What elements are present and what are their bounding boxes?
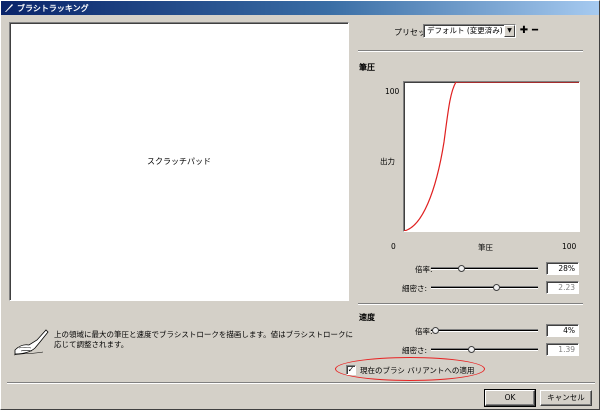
pressure-rate-slider-thumb[interactable]	[458, 265, 465, 272]
pressure-rate-value[interactable]: 28%	[546, 262, 579, 275]
curve-x-max-label: 100	[562, 242, 577, 251]
pressure-curve-line	[403, 81, 579, 232]
pressure-curve-svg	[403, 81, 579, 232]
hand-drawing-icon	[13, 329, 49, 356]
add-preset-icon[interactable]: ✚	[519, 26, 529, 36]
scratchpad-area[interactable]: スクラッチパッド	[9, 22, 349, 301]
separator	[358, 303, 583, 305]
chevron-down-icon[interactable]: ▼	[504, 25, 515, 37]
velocity-fineness-value[interactable]: 1.39	[546, 343, 579, 356]
velocity-fineness-slider-thumb[interactable]	[468, 346, 475, 353]
velocity-rate-slider-thumb[interactable]	[432, 327, 439, 334]
ok-button[interactable]: OK	[484, 389, 536, 407]
title-bar: ブラシトラッキング	[1, 1, 599, 15]
preset-value: デフォルト (変更済み)	[427, 26, 503, 35]
velocity-fineness-slider-track[interactable]	[431, 348, 538, 351]
curve-y-axis-label: 出力	[380, 157, 395, 166]
velocity-rate-slider-track[interactable]	[431, 329, 538, 332]
brush-app-icon	[5, 4, 13, 12]
brush-tracking-dialog: ブラシトラッキング スクラッチパッド 上の領域に最大の筆圧と速度でブラシストロー…	[0, 0, 600, 410]
pressure-rate-slider-track[interactable]	[431, 267, 538, 270]
pressure-fineness-slider-track[interactable]	[431, 286, 538, 289]
velocity-section-title: 速度	[359, 313, 375, 322]
help-section: 上の領域に最大の筆圧と速度でブラシストロークを描画します。値はブラシストロークに…	[13, 321, 353, 361]
pressure-fineness-label: 細密さ:	[402, 284, 428, 293]
pressure-rate-label: 倍率:	[415, 265, 433, 274]
separator	[7, 382, 595, 384]
help-text: 上の領域に最大の筆圧と速度でブラシストロークを描画します。値はブラシストロークに…	[54, 330, 353, 349]
pressure-curve-graph[interactable]	[403, 81, 580, 232]
remove-preset-icon[interactable]: ━	[530, 26, 540, 36]
apply-variant-checkbox[interactable]: ✓	[346, 365, 356, 375]
apply-variant-label[interactable]: 現在のブラシ バリアントへの適用	[360, 365, 474, 376]
pressure-section-title: 筆圧	[359, 63, 375, 72]
pressure-fineness-value[interactable]: 2.23	[546, 281, 579, 294]
pressure-fineness-slider-thumb[interactable]	[493, 284, 500, 291]
velocity-rate-label: 倍率:	[415, 327, 433, 336]
scratchpad-label: スクラッチパッド	[147, 157, 211, 166]
separator	[358, 50, 583, 52]
curve-x-axis-label: 筆圧	[478, 243, 493, 252]
curve-y-max-label: 100	[385, 87, 400, 96]
curve-x-min-label: 0	[391, 242, 396, 251]
velocity-fineness-label: 細密さ:	[402, 346, 428, 355]
preset-dropdown[interactable]: デフォルト (変更済み) ▼	[423, 24, 516, 38]
velocity-rate-value[interactable]: 4%	[546, 324, 579, 337]
cancel-button[interactable]: キャンセル	[540, 390, 592, 406]
window-title: ブラシトラッキング	[17, 3, 89, 13]
